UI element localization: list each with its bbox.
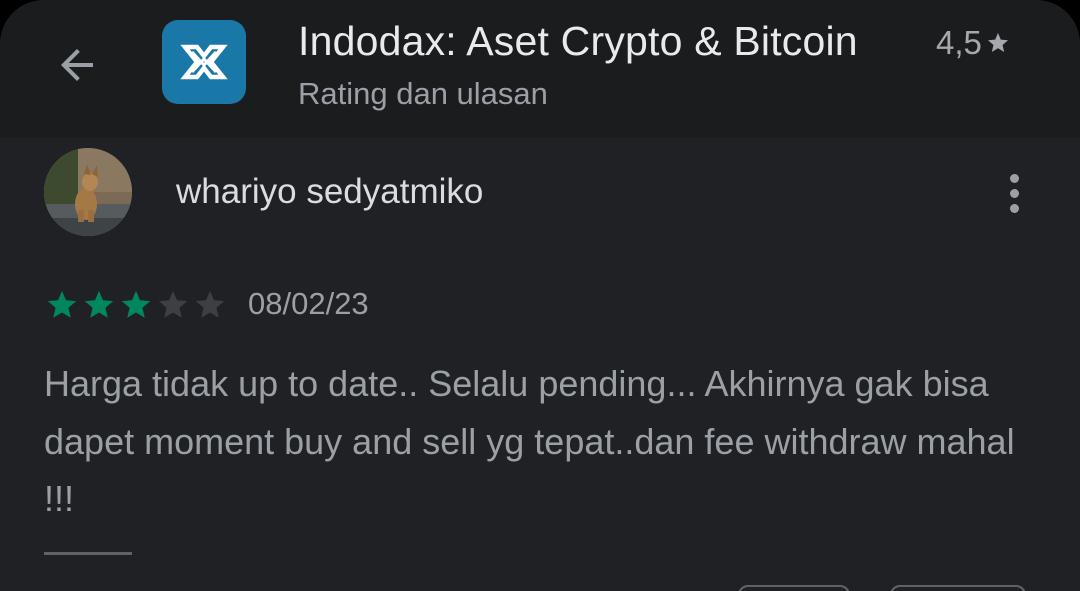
star-filled-icon bbox=[47, 290, 77, 318]
app-icon[interactable] bbox=[162, 20, 246, 104]
star-filled-icon bbox=[84, 290, 114, 318]
reviewer-name: whariyo sedyatmiko bbox=[176, 172, 484, 211]
more-vert-icon bbox=[1009, 173, 1019, 183]
screen: Indodax: Aset Crypto & Bitcoin 4,5 Ratin… bbox=[0, 0, 1080, 591]
helpful-no-button[interactable] bbox=[890, 585, 1026, 591]
divider bbox=[44, 552, 132, 555]
star-empty-icon bbox=[158, 290, 188, 318]
review-date: 08/02/23 bbox=[248, 286, 369, 321]
back-button[interactable] bbox=[48, 36, 106, 94]
page-subtitle: Rating dan ulasan bbox=[298, 76, 548, 111]
dog-photo-avatar bbox=[44, 148, 132, 236]
star-empty-icon bbox=[195, 290, 225, 318]
app-rating: 4,5 bbox=[936, 24, 1010, 62]
more-vert-icon bbox=[1009, 188, 1019, 198]
app-header: Indodax: Aset Crypto & Bitcoin 4,5 Ratin… bbox=[0, 0, 1080, 138]
app-title: Indodax: Aset Crypto & Bitcoin bbox=[298, 18, 858, 64]
arrow-back-icon bbox=[61, 49, 93, 81]
more-vert-icon bbox=[1009, 203, 1019, 213]
review-text: Harga tidak up to date.. Selalu pending.… bbox=[44, 363, 1015, 519]
app-rating-value: 4,5 bbox=[936, 24, 982, 61]
indodax-logo-icon bbox=[180, 44, 228, 80]
star-filled-icon bbox=[121, 290, 151, 318]
review-rating-stars bbox=[44, 288, 228, 322]
helpful-yes-button[interactable] bbox=[738, 585, 850, 591]
star-icon bbox=[987, 33, 1008, 52]
reviewer-avatar[interactable] bbox=[44, 148, 132, 236]
more-options-button[interactable] bbox=[994, 166, 1034, 220]
